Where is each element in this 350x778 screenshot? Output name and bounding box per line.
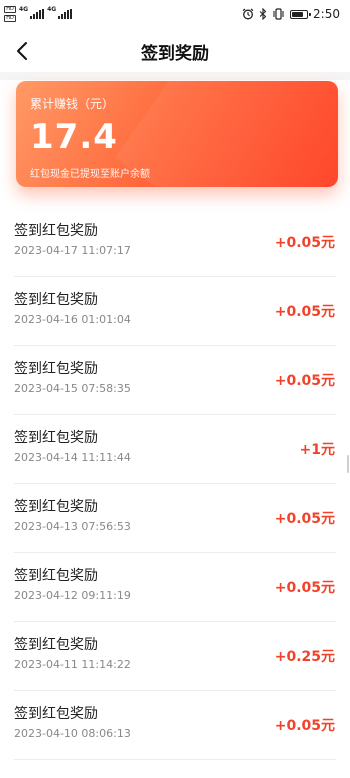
record-amount: +1元	[299, 442, 335, 458]
record-title: 签到红包奖励	[14, 499, 98, 515]
record-time: 2023-04-16 01:01:04	[14, 313, 131, 326]
record-time: 2023-04-10 08:06:13	[14, 727, 131, 740]
record-title: 签到红包奖励	[14, 430, 98, 446]
chevron-left-icon	[17, 42, 27, 60]
nav-bar: 签到奖励	[0, 30, 350, 72]
list-item[interactable]: 签到红包奖励 2023-04-17 11:07:17 +0.05元	[0, 208, 350, 277]
record-amount: +0.05元	[274, 511, 335, 527]
battery-icon	[290, 9, 312, 19]
list-item[interactable]: 签到红包奖励 2023-04-15 07:58:35 +0.05元	[0, 346, 350, 415]
record-time: 2023-04-13 07:56:53	[14, 520, 131, 533]
list-item[interactable]: 签到红包奖励 2023-04-14 11:11:44 +1元	[0, 415, 350, 484]
status-right: 2:50	[242, 7, 340, 21]
back-button[interactable]	[10, 39, 34, 63]
record-title: 签到红包奖励	[14, 361, 98, 377]
status-bar: HD HD 4G 4G 2:50	[0, 0, 350, 30]
record-time: 2023-04-15 07:58:35	[14, 382, 131, 395]
earnings-note: 红包现金已提现至账户余额	[30, 169, 150, 180]
sim-icons: HD HD	[4, 6, 16, 22]
record-amount: +0.25元	[274, 649, 335, 665]
header-divider	[0, 72, 350, 80]
alarm-icon	[242, 8, 254, 20]
list-item[interactable]: 签到红包奖励 2023-04-12 09:11:19 +0.05元	[0, 553, 350, 622]
scrollbar-thumb[interactable]	[347, 455, 349, 473]
network-type-2: 4G	[47, 6, 57, 13]
sim2-icon: HD	[4, 15, 16, 22]
record-amount: +0.05元	[274, 235, 335, 251]
earnings-label: 累计赚钱（元）	[30, 97, 115, 111]
record-title: 签到红包奖励	[14, 223, 98, 239]
record-amount: +0.05元	[274, 718, 335, 734]
signal-indicators: HD HD 4G 4G	[4, 6, 73, 22]
earnings-card: 累计赚钱（元） 17.4 红包现金已提现至账户余额	[16, 81, 338, 187]
record-title: 签到红包奖励	[14, 568, 98, 584]
page-title: 签到奖励	[141, 43, 209, 64]
signal-bars-1-icon	[30, 9, 45, 19]
record-amount: +0.05元	[274, 304, 335, 320]
network-type-1: 4G	[19, 6, 29, 13]
list-item[interactable]: 签到红包奖励 2023-04-11 11:14:22 +0.25元	[0, 622, 350, 691]
list-item[interactable]: 签到红包奖励 2023-04-10 08:06:13 +0.05元	[0, 691, 350, 760]
sim1-icon: HD	[4, 6, 16, 13]
record-title: 签到红包奖励	[14, 292, 98, 308]
clock: 2:50	[313, 7, 340, 21]
record-time: 2023-04-14 11:11:44	[14, 451, 131, 464]
record-amount: +0.05元	[274, 580, 335, 596]
row-divider	[14, 759, 336, 760]
list-item[interactable]: 签到红包奖励 2023-04-13 07:56:53 +0.05元	[0, 484, 350, 553]
record-amount: +0.05元	[274, 373, 335, 389]
earnings-amount: 17.4	[30, 117, 118, 157]
record-time: 2023-04-17 11:07:17	[14, 244, 131, 257]
list-item[interactable]: 签到红包奖励 2023-04-16 01:01:04 +0.05元	[0, 277, 350, 346]
record-title: 签到红包奖励	[14, 706, 98, 722]
record-title: 签到红包奖励	[14, 637, 98, 653]
bluetooth-icon	[259, 8, 267, 20]
record-time: 2023-04-11 11:14:22	[14, 658, 131, 671]
signal-bars-2-icon	[58, 9, 73, 19]
reward-list: 签到红包奖励 2023-04-17 11:07:17 +0.05元 签到红包奖励…	[0, 208, 350, 760]
record-time: 2023-04-12 09:11:19	[14, 589, 131, 602]
vibrate-icon	[273, 8, 284, 20]
